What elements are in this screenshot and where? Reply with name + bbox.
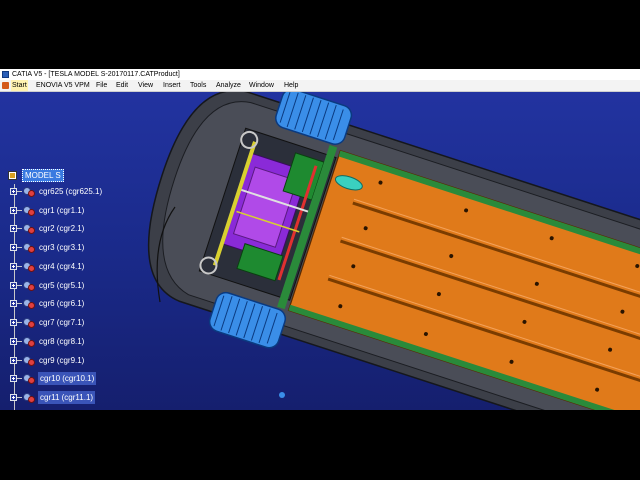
car-body	[147, 92, 640, 410]
menu-start[interactable]: Start	[11, 80, 28, 91]
menu-view[interactable]: View	[138, 80, 153, 91]
expand-icon[interactable]	[10, 338, 17, 345]
expand-icon[interactable]	[10, 244, 17, 251]
menu-analyze[interactable]: Analyze	[216, 80, 241, 91]
catia-window: CATIA V5 - [TESLA MODEL S-20170117.CATPr…	[0, 69, 640, 410]
tree-root-label[interactable]: MODEL S	[22, 169, 64, 182]
expand-icon[interactable]	[10, 282, 17, 289]
start-icon	[2, 82, 9, 89]
menu-insert[interactable]: Insert	[163, 80, 181, 91]
tree-node-label[interactable]: cgr8 (cgr8.1)	[39, 335, 84, 348]
expand-icon[interactable]	[10, 300, 17, 307]
gear-part-icon	[23, 262, 35, 272]
3d-viewport[interactable]: MODEL S cgr625 (cgr625.1) cgr1 (cgr1.1) …	[0, 92, 640, 410]
gear-part-icon	[23, 374, 35, 384]
expand-icon[interactable]	[10, 319, 17, 326]
menu-tools[interactable]: Tools	[190, 80, 206, 91]
menu-help[interactable]: Help	[284, 80, 298, 91]
expand-icon[interactable]	[10, 375, 17, 382]
expand-icon[interactable]	[10, 394, 17, 401]
menu-window[interactable]: Window	[249, 80, 274, 91]
tree-node-label[interactable]: cgr2 (cgr2.1)	[39, 222, 84, 235]
tree-node-label[interactable]: cgr10 (cgr10.1)	[38, 372, 97, 385]
gear-part-icon	[23, 299, 35, 309]
gear-part-icon	[23, 393, 35, 403]
gear-part-icon	[23, 187, 35, 197]
gear-part-icon	[23, 206, 35, 216]
tree-node-label[interactable]: cgr6 (cgr6.1)	[39, 297, 84, 310]
product-icon	[8, 171, 17, 180]
window-title: CATIA V5 - [TESLA MODEL S-20170117.CATPr…	[12, 71, 180, 78]
expand-icon[interactable]	[10, 225, 17, 232]
tree-node-label[interactable]: cgr3 (cgr3.1)	[39, 241, 84, 254]
expand-icon[interactable]	[10, 207, 17, 214]
gear-part-icon	[23, 318, 35, 328]
gear-part-icon	[23, 281, 35, 291]
menu-edit[interactable]: Edit	[116, 80, 128, 91]
menu-enovia[interactable]: ENOVIA V5 VPM	[36, 80, 90, 91]
gear-part-icon	[23, 337, 35, 347]
tree-node-label[interactable]: cgr625 (cgr625.1)	[39, 185, 102, 198]
gear-part-icon	[23, 224, 35, 234]
tree-node-label[interactable]: cgr1 (cgr1.1)	[39, 204, 84, 217]
expand-icon[interactable]	[10, 357, 17, 364]
catia-app-icon	[2, 71, 9, 78]
gear-part-icon	[23, 356, 35, 366]
menu-file[interactable]: File	[96, 80, 107, 91]
tree-node-label[interactable]: cgr7 (cgr7.1)	[39, 316, 84, 329]
tree-node-label[interactable]: cgr11 (cgr11.1)	[38, 391, 96, 404]
expand-icon[interactable]	[10, 263, 17, 270]
tree-node-label[interactable]: cgr4 (cgr4.1)	[39, 260, 84, 273]
tree-node-label[interactable]: cgr9 (cgr9.1)	[39, 354, 84, 367]
gear-part-icon	[23, 243, 35, 253]
specification-tree: MODEL S cgr625 (cgr625.1) cgr1 (cgr1.1) …	[0, 92, 140, 410]
menu-bar: Start ENOVIA V5 VPM File Edit View Inser…	[0, 80, 640, 92]
tree-node-label[interactable]: cgr5 (cgr5.1)	[39, 279, 84, 292]
expand-icon[interactable]	[10, 188, 17, 195]
